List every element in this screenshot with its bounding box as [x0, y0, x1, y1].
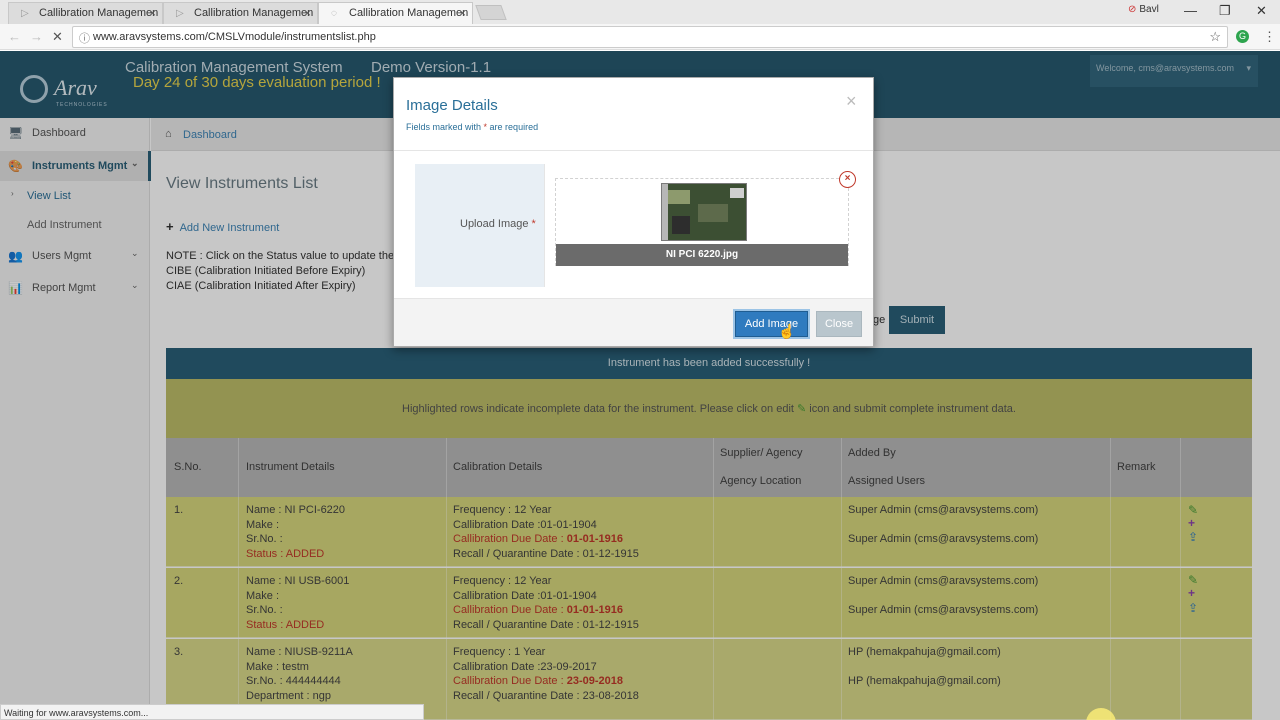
- profile-chip[interactable]: ⊘ Bavl: [1128, 4, 1159, 15]
- profile-name: Bavl: [1139, 4, 1159, 15]
- browser-menu-icon[interactable]: ⋮: [1263, 29, 1276, 45]
- tab-label: Callibration Managemen: [194, 7, 314, 19]
- restore-icon[interactable]: ❐: [1219, 3, 1231, 19]
- url-text[interactable]: www.aravsystems.com/CMSLVmodule/instrume…: [93, 31, 376, 43]
- file-name: NI PCI 6220.jpg: [556, 244, 848, 266]
- image-preview: [661, 183, 747, 241]
- close-icon[interactable]: ×: [846, 91, 857, 112]
- minimize-icon[interactable]: —: [1184, 3, 1197, 18]
- image-dropzone[interactable]: NI PCI 6220.jpg: [555, 178, 849, 266]
- close-icon[interactable]: ×: [304, 6, 311, 20]
- tab-label: Callibration Managemen: [39, 7, 159, 19]
- tab-label: Callibration Managemen: [349, 7, 469, 19]
- stop-loading-icon[interactable]: ✕: [52, 29, 63, 45]
- upload-label-cell: Upload Image *: [415, 164, 544, 287]
- info-icon[interactable]: ⓘ: [79, 30, 90, 46]
- loading-spinner-icon: ◌: [331, 8, 337, 19]
- modal-footer: Add Image Close ☝: [394, 298, 873, 346]
- page-favicon-icon: ▷: [176, 8, 184, 19]
- browser-tab[interactable]: ▷ Callibration Managemen ×: [163, 2, 318, 24]
- upload-area: NI PCI 6220.jpg ×: [544, 164, 856, 287]
- browser-tab-strip: ▷ Callibration Managemen × ▷ Callibratio…: [0, 0, 1280, 24]
- mouse-pointer-icon: ☝: [778, 323, 796, 339]
- page-favicon-icon: ▷: [21, 8, 29, 19]
- close-icon[interactable]: ×: [149, 6, 156, 20]
- image-details-modal: Image Details Fields marked with * are r…: [393, 77, 874, 347]
- browser-tab-active[interactable]: ◌ Callibration Managemen ×: [318, 2, 473, 24]
- close-window-icon[interactable]: ✕: [1256, 3, 1267, 19]
- close-button[interactable]: Close: [816, 311, 862, 337]
- close-icon[interactable]: ×: [459, 6, 466, 20]
- add-image-button[interactable]: Add Image: [735, 311, 808, 337]
- new-tab-button[interactable]: [475, 5, 507, 20]
- remove-image-icon[interactable]: ×: [839, 171, 856, 188]
- grammarly-extension-icon[interactable]: G: [1236, 30, 1249, 43]
- back-icon[interactable]: ←: [8, 29, 21, 44]
- profile-icon: ⊘: [1128, 4, 1137, 15]
- modal-divider: [394, 150, 873, 151]
- browser-tab[interactable]: ▷ Callibration Managemen ×: [8, 2, 163, 24]
- browser-toolbar: ← → ✕ ⓘ www.aravsystems.com/CMSLVmodule/…: [0, 24, 1280, 50]
- required-fields-note: Fields marked with * are required: [406, 122, 539, 132]
- address-bar[interactable]: ⓘ www.aravsystems.com/CMSLVmodule/instru…: [72, 26, 1228, 48]
- bookmark-star-icon[interactable]: ☆: [1209, 29, 1221, 45]
- upload-image-label: Upload Image *: [460, 218, 536, 230]
- modal-title: Image Details: [406, 97, 498, 114]
- browser-status-bar: Waiting for www.aravsystems.com...: [0, 704, 424, 720]
- forward-icon[interactable]: →: [30, 29, 43, 44]
